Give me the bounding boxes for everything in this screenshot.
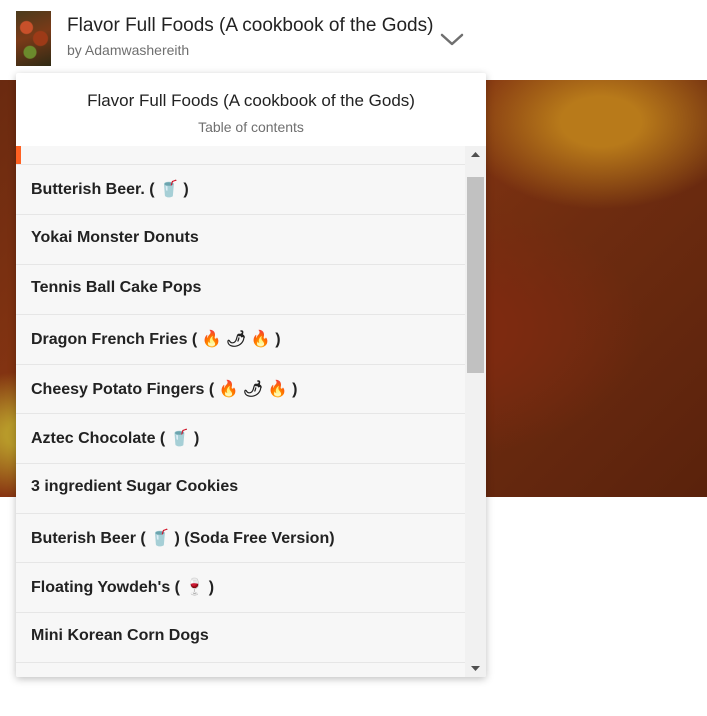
toc-item[interactable]: 3 ingredient Sugar Cookies (16, 463, 465, 512)
toc-item[interactable]: Butterish Beer. ( 🥤 ) (16, 164, 465, 213)
toc-subtitle: Table of contents (198, 119, 304, 135)
table-of-contents-dropdown: Flavor Full Foods (A cookbook of the God… (16, 73, 486, 677)
scroll-up-arrow-icon[interactable] (465, 146, 486, 163)
toc-item-label: Aztec Chocolate ( 🥤 ) (31, 430, 200, 447)
toc-item[interactable]: Floating Yowdeh's ( 🍷 ) (16, 562, 465, 611)
toc-title[interactable]: Flavor Full Foods (A cookbook of the God… (16, 91, 486, 111)
book-author[interactable]: by Adamwashereith (67, 42, 189, 58)
toc-item-label: Mini Korean Corn Dogs (31, 627, 209, 644)
toc-item-label: Buterish Beer ( 🥤 ) (Soda Free Version) (31, 530, 335, 547)
toc-item-label: Butterish Beer. ( 🥤 ) (31, 181, 189, 198)
toc-item[interactable]: Tennis Ball Cake Pops (16, 264, 465, 313)
toc-item-label: Floating Yowdeh's ( 🍷 ) (31, 579, 215, 596)
toc-item-label: Dragon French Fries ( 🔥 🌶 🔥 ) (31, 331, 281, 348)
toc-item[interactable]: Buterish Beer ( 🥤 ) (Soda Free Version) (16, 513, 465, 562)
toc-item-label: Yokai Monster Donuts (31, 229, 199, 246)
scrollbar-thumb[interactable] (467, 177, 484, 373)
toc-item-label: Tennis Ball Cake Pops (31, 279, 202, 296)
scroll-down-arrow-icon[interactable] (465, 660, 486, 677)
toc-item[interactable] (16, 662, 465, 677)
toc-item[interactable]: Dragon French Fries ( 🔥 🌶 🔥 ) (16, 314, 465, 363)
toc-item[interactable]: Cheesy Potato Fingers ( 🔥 🌶 🔥 ) (16, 364, 465, 413)
current-part-indicator (16, 146, 21, 164)
toc-list[interactable]: Butterish Beer. ( 🥤 ) Yokai Monster Donu… (16, 146, 465, 677)
toc-item[interactable]: Mini Korean Corn Dogs (16, 612, 465, 661)
story-header: Flavor Full Foods (A cookbook of the God… (0, 0, 707, 78)
toc-current-item[interactable] (16, 146, 465, 164)
toc-item[interactable]: Yokai Monster Donuts (16, 214, 465, 263)
toc-item[interactable]: Aztec Chocolate ( 🥤 ) (16, 413, 465, 462)
chevron-down-icon[interactable] (439, 30, 465, 48)
book-cover-thumbnail[interactable] (16, 11, 51, 66)
book-title[interactable]: Flavor Full Foods (A cookbook of the God… (67, 15, 433, 37)
toc-item-label: Cheesy Potato Fingers ( 🔥 🌶 🔥 ) (31, 381, 298, 398)
toc-item-label: 3 ingredient Sugar Cookies (31, 478, 239, 495)
toc-scrollbar[interactable] (465, 146, 486, 677)
